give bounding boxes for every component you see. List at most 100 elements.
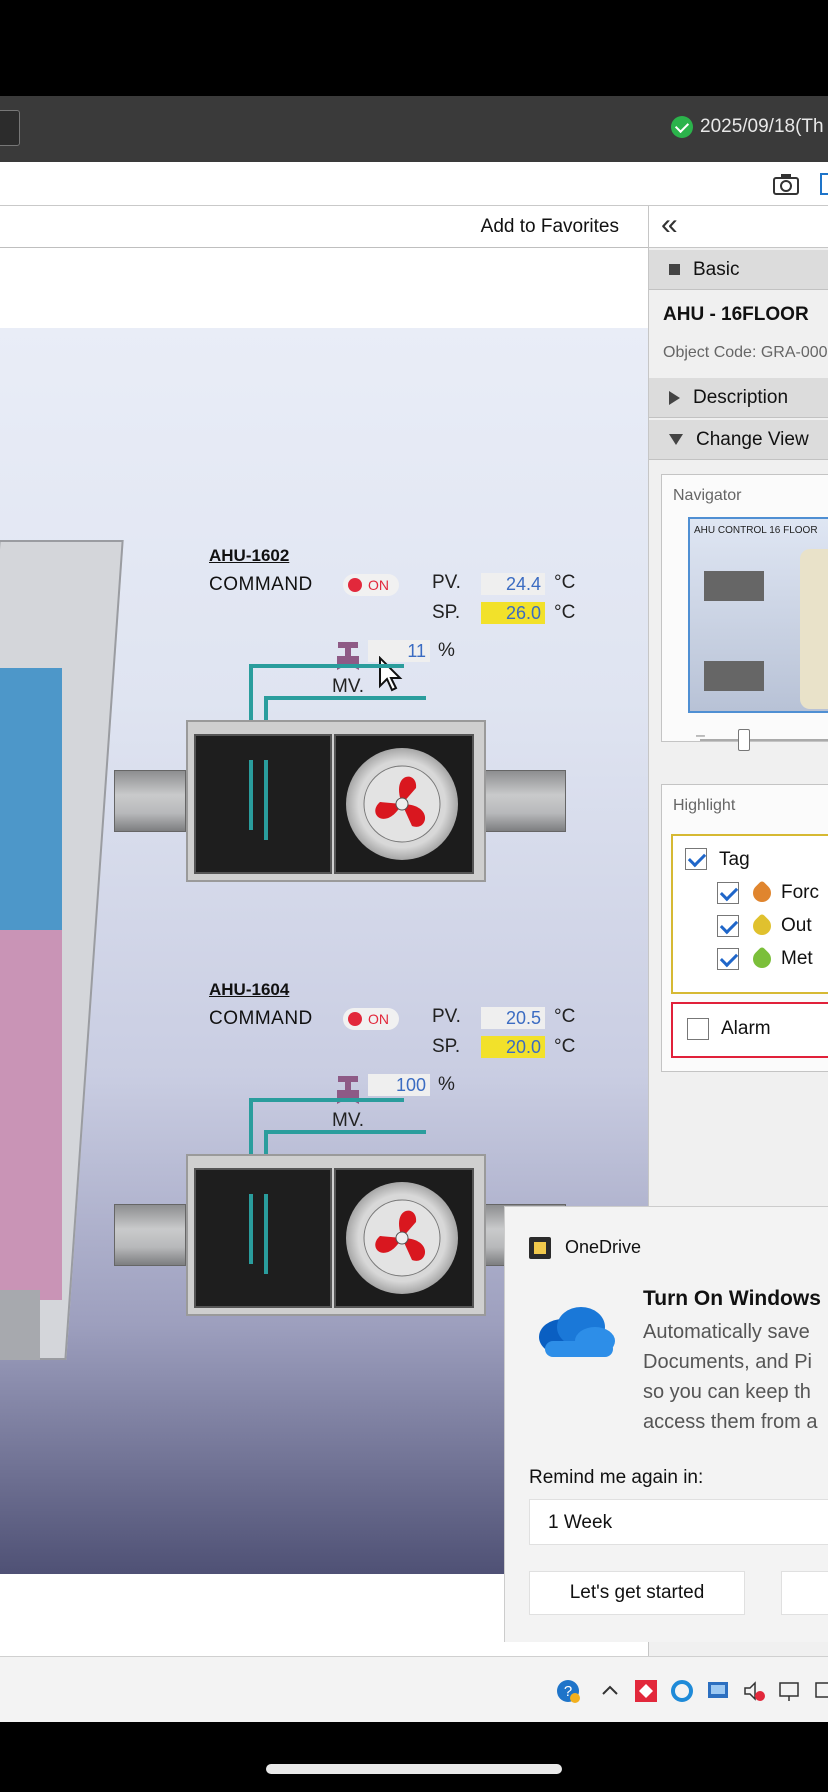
tag-out-label: Out xyxy=(781,915,812,936)
tag-checkbox[interactable] xyxy=(685,848,707,870)
onedrive-cloud-icon xyxy=(539,1307,615,1357)
ahu-1602-sp-value[interactable]: 26.0 xyxy=(481,602,545,624)
message-line: so you can keep th xyxy=(643,1381,811,1403)
navigator-thumbnail-title: AHU CONTROL 16 FLOOR xyxy=(694,525,818,536)
sync-icon[interactable] xyxy=(670,1679,694,1703)
ahu-1602-command-label: COMMAND xyxy=(209,574,313,595)
tag-forc-label: Forc xyxy=(781,882,819,903)
screen: 2025/09/18(Th Add to Favorites AHU-1602 … xyxy=(0,0,828,1792)
message-line: Documents, and Pi xyxy=(643,1351,812,1373)
remind-interval-select[interactable]: 1 Week xyxy=(529,1499,828,1545)
tag-forc-checkbox[interactable] xyxy=(717,882,739,904)
object-code: Object Code: GRA-000 xyxy=(663,344,828,361)
ahu-1604-mv-value[interactable]: 100 xyxy=(368,1074,430,1096)
collapse-arrow-icon xyxy=(669,434,683,445)
volume-muted-icon[interactable] xyxy=(742,1679,766,1703)
network-icon[interactable] xyxy=(778,1679,802,1703)
onedrive-notification: OneDrive Turn On Windows Automatically s… xyxy=(504,1206,828,1642)
display-icon[interactable] xyxy=(814,1679,828,1703)
expand-arrow-icon xyxy=(669,390,680,405)
pv-label: PV. xyxy=(432,1006,461,1027)
tag-met-label: Met xyxy=(781,948,813,969)
fan-icon xyxy=(363,765,441,843)
help-icon[interactable]: ? xyxy=(556,1679,580,1703)
sp-label: SP. xyxy=(432,1036,461,1057)
ahu-1602-title[interactable]: AHU-1602 xyxy=(209,546,289,566)
status-dot-icon xyxy=(348,578,362,592)
sp-label: SP. xyxy=(432,602,461,623)
windows-taskbar: ? xyxy=(0,1656,828,1722)
dismiss-button[interactable] xyxy=(781,1571,828,1615)
message-line: Automatically save xyxy=(643,1321,810,1343)
mini-ahu xyxy=(704,661,764,691)
panel-header: « xyxy=(649,206,828,248)
pv-label: PV. xyxy=(432,572,461,593)
ahu-1604-unit[interactable] xyxy=(114,1094,566,1324)
add-to-favorites-link[interactable]: Add to Favorites xyxy=(481,216,619,238)
navigator-label: Navigator xyxy=(673,487,742,504)
menu-button[interactable] xyxy=(0,110,20,146)
zoom-slider-track[interactable] xyxy=(700,739,828,741)
anydesk-icon[interactable] xyxy=(634,1679,658,1703)
tag-out-checkbox[interactable] xyxy=(717,915,739,937)
notification-app-name: OneDrive xyxy=(565,1237,642,1257)
favorites-bar: Add to Favorites xyxy=(0,206,648,248)
tag-filter-group: Tag Forc Out Met xyxy=(671,834,828,994)
building-base xyxy=(0,1290,40,1360)
notification-title: Turn On Windows xyxy=(643,1287,821,1310)
alarm-filter: Alarm xyxy=(671,1002,828,1058)
notification-message: Automatically save Documents, and Pi so … xyxy=(643,1317,828,1437)
chevron-up-icon[interactable] xyxy=(598,1679,622,1703)
ahu-1604-pv-value: 20.5 xyxy=(481,1007,545,1029)
message-line: access them from a xyxy=(643,1411,818,1433)
unit-label: °C xyxy=(554,602,576,623)
percent-label: % xyxy=(438,1074,455,1095)
square-bullet-icon xyxy=(669,264,680,275)
section-basic[interactable]: Basic xyxy=(649,250,828,290)
ahu-1602-pv-value: 24.4 xyxy=(481,573,545,595)
zoom-slider-handle[interactable] xyxy=(738,729,750,751)
onedrive-app-icon xyxy=(529,1237,551,1259)
unit-label: °C xyxy=(554,572,576,593)
navigator-box: Navigator AHU CONTROL 16 FLOOR – xyxy=(661,474,828,751)
toolbar xyxy=(0,162,828,206)
tag-yellow-icon xyxy=(749,913,775,939)
alarm-label: Alarm xyxy=(721,1018,771,1039)
alarm-checkbox[interactable] xyxy=(687,1018,709,1040)
collapse-chevron-icon[interactable]: « xyxy=(661,210,678,240)
network-share-icon[interactable] xyxy=(706,1679,730,1703)
section-change-view-label: Change View xyxy=(696,428,809,450)
mini-ahu xyxy=(704,571,764,601)
check-circle-icon xyxy=(671,116,693,138)
unit-label: °C xyxy=(554,1036,576,1057)
tag-label: Tag xyxy=(719,849,750,870)
zone-blue[interactable] xyxy=(0,668,62,930)
status-datetime: 2025/09/18(Th xyxy=(700,116,824,137)
ahu-1604-title[interactable]: AHU-1604 xyxy=(209,980,289,1000)
ahu-1602-unit[interactable] xyxy=(114,660,566,890)
section-description-label: Description xyxy=(693,386,789,408)
zone-pink[interactable] xyxy=(0,930,62,1300)
status-text: ON xyxy=(368,1011,389,1027)
section-basic-label: Basic xyxy=(693,258,740,280)
ahu-1602-status-badge[interactable]: ON xyxy=(343,574,399,596)
ahu-1604-sp-value[interactable]: 20.0 xyxy=(481,1036,545,1058)
section-description[interactable]: Description xyxy=(649,378,828,418)
ahu-1604-status-badge[interactable]: ON xyxy=(343,1008,399,1030)
unit-label: °C xyxy=(554,1006,576,1027)
connection-status: 2025/09/18(Th xyxy=(671,116,824,138)
tag-met-checkbox[interactable] xyxy=(717,948,739,970)
section-change-view[interactable]: Change View xyxy=(649,420,828,460)
status-dot-icon xyxy=(348,1012,362,1026)
status-text: ON xyxy=(368,577,389,593)
percent-label: % xyxy=(438,640,455,661)
home-indicator[interactable] xyxy=(266,1764,562,1774)
object-name: AHU - 16FLOOR xyxy=(663,304,809,325)
zoom-out-icon[interactable]: – xyxy=(696,727,705,745)
lets-get-started-button[interactable]: Let's get started xyxy=(529,1571,745,1615)
remind-label: Remind me again in: xyxy=(529,1467,704,1488)
window-icon[interactable] xyxy=(820,173,828,195)
highlight-label: Highlight xyxy=(673,797,736,814)
camera-icon[interactable] xyxy=(773,173,799,195)
navigator-thumbnail[interactable]: AHU CONTROL 16 FLOOR xyxy=(688,517,828,713)
